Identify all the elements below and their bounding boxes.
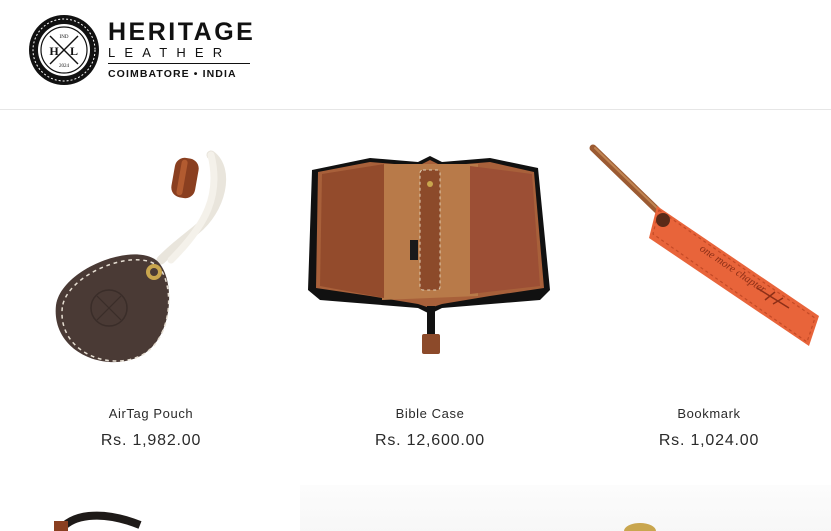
product-price: Rs. 12,600.00 [374, 432, 486, 449]
site-header: IND H L 2024 HERITAGE LEATHER COIMBATORE… [0, 0, 831, 110]
product-title[interactable]: Bookmark [579, 406, 831, 421]
product-title[interactable]: AirTag Pouch [21, 406, 281, 421]
product-price: Rs. 1,024.00 [658, 432, 760, 449]
brand-divider [108, 62, 250, 65]
product-card[interactable]: AirTag Pouch Rs. 1,982.00 [21, 110, 281, 449]
product-image-partial[interactable] [610, 485, 670, 531]
brand-location: COIMBATORE • INDIA [108, 68, 237, 81]
svg-text:IND: IND [60, 35, 69, 40]
product-card[interactable]: one more chapter Bookmark Rs. 1,024.00 [579, 110, 831, 449]
bible-case-image[interactable] [300, 110, 560, 380]
svg-text:2024: 2024 [59, 64, 70, 69]
brand-wordmark: HERITAGE LEATHER COIMBATORE • INDIA [108, 17, 256, 81]
brand-logo[interactable]: IND H L 2024 HERITAGE LEATHER COIMBATORE… [28, 14, 255, 86]
product-card[interactable]: Bible Case Rs. 12,600.00 [300, 110, 560, 449]
product-image-partial[interactable] [300, 485, 831, 531]
svg-text:H: H [49, 44, 59, 58]
brand-name: HERITAGE [108, 17, 256, 46]
product-image-partial[interactable] [40, 485, 180, 531]
airtag-pouch-image[interactable] [21, 110, 281, 380]
svg-text:L: L [70, 44, 78, 58]
bookmark-image[interactable]: one more chapter [579, 110, 831, 380]
brand-subname: LEATHER [108, 44, 232, 60]
product-price: Rs. 1,982.00 [100, 432, 202, 449]
product-title[interactable]: Bible Case [300, 406, 560, 421]
brand-seal-icon: IND H L 2024 [29, 15, 99, 85]
